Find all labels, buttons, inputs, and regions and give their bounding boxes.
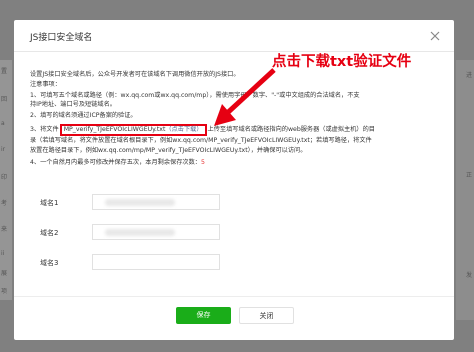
verify-file-box: MP_verify_TJeEFVOIcLIWGEUy.txt（点击下载） xyxy=(59,124,207,136)
dialog-title: JS接口安全域名 xyxy=(30,33,93,43)
bg-fragment: 印 xyxy=(1,174,8,181)
bg-fragment: 进 xyxy=(465,72,472,79)
domain1-input[interactable] xyxy=(92,194,220,210)
notes-label: 注意事项： xyxy=(30,81,61,88)
note3-prefix: 3、将文件 xyxy=(30,126,59,133)
note4-prefix: 4、一个自然月内最多可修改并保存五次，本月剩余保存次数： xyxy=(30,159,201,166)
bg-fragment: 来 xyxy=(1,226,8,233)
background-right-strip: 进 正 发 xyxy=(456,60,474,320)
bg-fragment: ir xyxy=(1,146,6,153)
close-icon[interactable] xyxy=(428,29,442,43)
bg-fragment: 项 xyxy=(1,288,8,295)
note3-line3: 放置在路径目录下，例如wx.qq.com/mp/MP_verify_TJeEFV… xyxy=(30,147,307,154)
domain1-label: 域名1 xyxy=(40,199,59,207)
bg-fragment: 正 xyxy=(465,172,472,179)
bg-fragment: 展 xyxy=(1,270,8,277)
blurred-value xyxy=(105,229,175,236)
intro-text: 设置JS接口安全域名后，公众号开发者可在该域名下调用微信开放的JS接口。 xyxy=(30,71,240,78)
note3-line2: 录（若填写域名，将文件放置在域名根目录下，例如wx.qq.com/MP_veri… xyxy=(30,137,372,144)
note4: 4、一个自然月内最多可修改并保存五次，本月剩余保存次数：5 xyxy=(30,158,205,167)
close-button[interactable]: 关闭 xyxy=(239,307,294,324)
verify-file-name: MP_verify_TJeEFVOIcLIWGEUy.txt xyxy=(63,126,166,133)
annotation-arrow-icon xyxy=(214,68,276,126)
bg-fragment: 置 xyxy=(1,68,8,75)
remaining-count: 5 xyxy=(201,159,205,166)
background-left-strip: 置 回 a ir 印 考 来 ii 展 项 xyxy=(0,60,12,300)
bg-fragment: 发 xyxy=(465,272,472,279)
domain2-label: 域名2 xyxy=(40,229,59,237)
download-link[interactable]: （点击下载） xyxy=(165,126,202,133)
footer-divider xyxy=(14,296,454,297)
bg-fragment: 回 xyxy=(1,96,8,103)
bg-fragment: a xyxy=(1,120,5,127)
note1-line1: 1、可填写五个域名或路径（例：wx.qq.com或wx.qq.com/mp），需… xyxy=(30,92,360,99)
blurred-value xyxy=(105,199,175,206)
domain2-input[interactable] xyxy=(92,224,220,240)
save-button[interactable]: 保存 xyxy=(176,307,231,324)
domain3-input[interactable] xyxy=(92,254,220,270)
note3-line1: 3、将文件 MP_verify_TJeEFVOIcLIWGEUy.txt（点击下载… xyxy=(30,124,375,136)
bg-fragment: ii xyxy=(1,250,5,257)
annotation-text: 点击下载txt验证文件 xyxy=(272,54,412,70)
note1-line2: 持IP地址、端口号及短链域名。 xyxy=(30,101,116,108)
note2: 2、填写的域名须通过ICP备案的验证。 xyxy=(30,112,137,119)
bg-fragment: 考 xyxy=(1,200,8,207)
domain3-label: 域名3 xyxy=(40,259,59,267)
